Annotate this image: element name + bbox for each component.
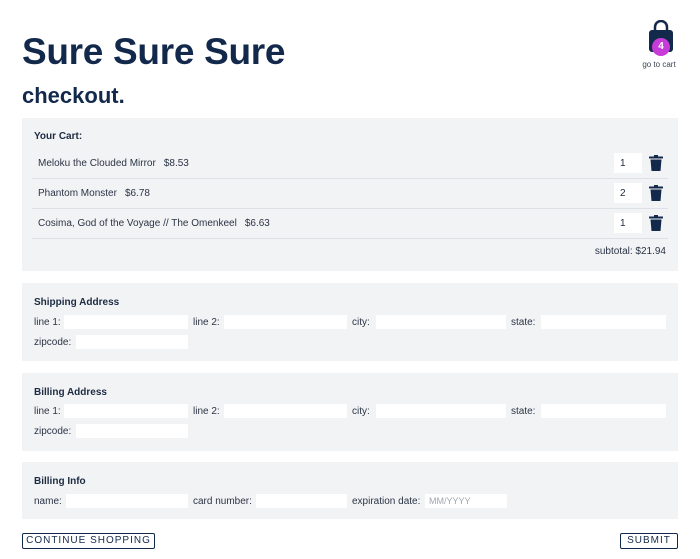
shipping-address-panel: Shipping Address line 1: line 2: city: s… [22,283,678,361]
go-to-cart-link[interactable]: go to cart [636,60,682,69]
billing-address-panel: Billing Address line 1: line 2: city: st… [22,373,678,451]
billing-state-input[interactable] [541,404,666,418]
quantity-input[interactable] [614,183,642,203]
cart-item-price: $6.78 [124,188,150,199]
billing-line2-input[interactable] [224,404,347,418]
billing-info-panel: Billing Info name: card number: expirati… [22,462,678,519]
shipping-line2-input[interactable] [224,315,347,329]
expiration-date-input[interactable] [425,494,507,508]
trash-icon[interactable] [649,215,663,231]
cart-item-name: Cosima, God of the Voyage // The Omenkee… [38,218,270,229]
shopping-bag-icon[interactable]: 4 [647,20,675,56]
shipping-zipcode-label: zipcode: [34,337,72,348]
trash-icon[interactable] [649,185,663,201]
cart-item-row: Cosima, God of the Voyage // The Omenkee… [32,209,668,239]
cart-item-row: Phantom Monster $6.78 [32,179,668,209]
billing-title: Billing Address [34,387,107,398]
cart-item-price: $6.63 [244,218,270,229]
shipping-line1-input[interactable] [64,315,188,329]
expiration-date-label: expiration date: [352,496,421,507]
quantity-input[interactable] [614,153,642,173]
cart-panel: Your Cart: Meloku the Clouded Mirror $8.5… [22,118,678,271]
card-number-input[interactable] [256,494,347,508]
card-name-input[interactable] [66,494,188,508]
billing-zipcode-input[interactable] [76,424,188,438]
page-heading: checkout. [22,83,125,108]
store-title: Sure Sure Sure [22,31,286,72]
billing-city-label: city: [352,406,370,417]
card-number-label: card number: [193,496,252,507]
shipping-zipcode-input[interactable] [76,335,188,349]
submit-button[interactable]: SUBMIT [620,533,678,549]
billing-line1-input[interactable] [64,404,188,418]
billing-zipcode-label: zipcode: [34,426,72,437]
cart-subtotal: subtotal: $21.94 [594,246,666,257]
continue-shopping-button[interactable]: CONTINUE SHOPPING [22,533,155,549]
trash-icon[interactable] [649,155,663,171]
cart-item-name: Meloku the Clouded Mirror $8.53 [38,158,189,169]
cart-count-badge: 4 [652,38,670,56]
billing-line2-label: line 2: [193,406,220,417]
cart-title: Your Cart: [34,131,83,142]
shipping-title: Shipping Address [34,297,120,308]
billing-line1-label: line 1: [34,406,61,417]
shipping-city-label: city: [352,317,370,328]
shipping-state-input[interactable] [541,315,666,329]
cart-item-row: Meloku the Clouded Mirror $8.53 [32,149,668,179]
card-name-label: name: [34,496,62,507]
billing-info-title: Billing Info [34,476,86,487]
cart-widget[interactable]: 4 go to cart [640,20,682,69]
billing-city-input[interactable] [376,404,506,418]
shipping-line2-label: line 2: [193,317,220,328]
cart-item-price: $8.53 [163,158,189,169]
billing-state-label: state: [511,406,536,417]
shipping-city-input[interactable] [376,315,506,329]
shipping-line1-label: line 1: [34,317,61,328]
shipping-state-label: state: [511,317,536,328]
cart-item-name: Phantom Monster $6.78 [38,188,150,199]
quantity-input[interactable] [614,213,642,233]
